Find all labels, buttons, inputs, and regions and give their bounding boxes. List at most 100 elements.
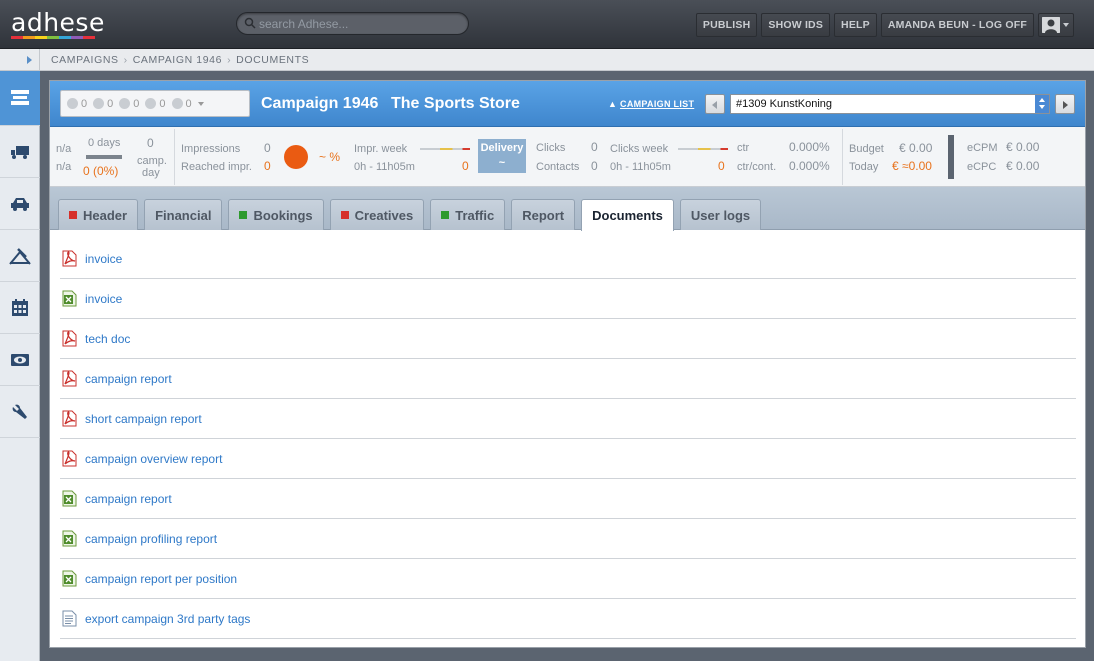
top-bar: adhese PUBLISH SHOW IDS HELP AMANDA BEUN… [0,0,1094,49]
tab-financial[interactable]: Financial [144,199,223,230]
top-nav: PUBLISH SHOW IDS HELP AMANDA BEUN - LOG … [695,13,1074,37]
tab-creatives[interactable]: Creatives [329,199,425,230]
tab-header[interactable]: Header [58,199,139,230]
calendar-icon [12,298,28,316]
user-menu-button[interactable] [1038,13,1074,37]
search-input[interactable] [259,16,459,32]
status-marker-icon [441,211,450,219]
user-avatar-icon [1042,17,1060,33]
delivery-badge[interactable]: Delivery ~ [478,139,526,173]
tab-label: User logs [690,207,751,223]
campaign-header: 0 0 0 0 0 Campaign 1946 The Sports Store… [50,81,1085,127]
tab-bookings[interactable]: Bookings [228,199,324,230]
stat-ecpc-label: eCPC [967,161,997,173]
document-list: invoice invoice tech doc campaign report sho… [60,239,1076,639]
stat-impr-week-val: 0 [462,159,469,173]
breadcrumb-campaign[interactable]: CAMPAIGN 1946 [133,54,222,66]
tab-report[interactable]: Report [511,199,576,230]
breadcrumb-separator-icon: › [123,54,128,66]
logo-color-segment [11,36,23,39]
pdf-file-icon[interactable] [61,410,77,427]
stat-impr-week-range: 0h - 11h05m [354,161,415,173]
publish-button[interactable]: PUBLISH [695,13,758,37]
stat-today-val: € ≈0.00 [892,159,932,173]
status-count: 0 [81,97,88,110]
status-active-icon [67,98,78,109]
status-all-icon [171,98,183,109]
status-count: 0 [159,97,166,110]
layers-icon [11,90,29,105]
status-count: 0 [107,97,114,110]
document-link[interactable]: export campaign 3rd party tags [85,612,250,626]
stat-clicks-week-label: Clicks week [610,143,669,155]
status-done-icon [145,98,157,109]
document-link[interactable]: campaign profiling report [85,532,217,546]
excel-file-icon[interactable] [61,530,77,547]
document-row: campaign report [60,479,1076,519]
pdf-file-icon[interactable] [61,250,77,267]
help-button[interactable]: HELP [834,13,877,37]
eye-icon [11,353,29,366]
campaign-list-label: CAMPAIGN LIST [620,99,695,109]
sidebar-item-campaigns[interactable] [0,71,40,126]
tab-strip: Header Financial Bookings Creatives Traffic R… [50,187,1085,231]
document-link[interactable]: invoice [85,292,122,306]
text-file-icon[interactable] [61,610,77,627]
pdf-file-icon[interactable] [61,330,77,347]
sidebar-item-vehicles[interactable] [0,178,40,230]
previous-campaign-button[interactable] [705,94,725,114]
document-row: tech doc [60,319,1076,359]
stat-contacts-label: Contacts [536,161,580,173]
document-link[interactable]: campaign report [85,492,172,506]
status-marker-icon [340,211,349,219]
sidebar-item-preview[interactable] [0,334,40,386]
excel-file-icon[interactable] [61,490,77,507]
campaign-selector[interactable]: #1309 KunstKoning [730,94,1050,114]
campaign-panel: 0 0 0 0 0 Campaign 1946 The Sports Store… [49,80,1086,648]
stat-impr-week-label: Impr. week [354,143,408,155]
pdf-file-icon[interactable] [61,450,77,467]
sidebar-item-construction[interactable] [0,230,40,282]
excel-file-icon[interactable] [61,570,77,587]
excel-file-icon[interactable] [61,290,77,307]
stat-budget-label: Budget [849,143,884,155]
stat-ecpm-label: eCPM [967,142,998,154]
document-row: invoice [60,239,1076,279]
sidebar-item-settings[interactable] [0,386,40,438]
log-off-button[interactable]: AMANDA BEUN - LOG OFF [880,13,1034,37]
show-ids-button[interactable]: SHOW IDS [761,13,831,37]
document-link[interactable]: campaign overview report [85,452,222,466]
tab-traffic[interactable]: Traffic [430,199,506,230]
clicks-week-sparkline [678,148,728,150]
delivery-indicator [284,145,308,169]
document-row: campaign profiling report [60,519,1076,559]
campaign-list-link[interactable]: ▲ CAMPAIGN LIST [608,99,694,109]
status-pause-icon [119,98,131,109]
breadcrumb-campaigns[interactable]: CAMPAIGNS [51,54,119,66]
document-link[interactable]: tech doc [85,332,130,346]
document-link[interactable]: campaign report per position [85,572,237,586]
sidebar-item-delivery[interactable] [0,126,40,178]
stat-clicks-week-val: 0 [718,159,725,173]
search-box[interactable] [236,12,469,35]
pdf-file-icon[interactable] [61,370,77,387]
tab-user-logs[interactable]: User logs [679,199,762,230]
app-logo[interactable]: adhese [11,8,105,37]
document-row: invoice [60,279,1076,319]
stat-na-1: n/a [56,143,72,155]
document-link[interactable]: short campaign report [85,412,202,426]
status-filter[interactable]: 0 0 0 0 0 [60,90,250,117]
status-marker-icon [69,211,77,219]
delivery-label: Delivery [480,142,524,154]
sidebar-toggle-button[interactable] [0,49,40,71]
tab-label: Header [83,207,128,223]
next-campaign-button[interactable] [1055,94,1075,114]
sidebar-item-calendar[interactable] [0,282,40,334]
chevron-right-icon [1063,101,1068,109]
stat-ctr-label: ctr [737,142,750,154]
campaign-title: Campaign 1946 [261,95,379,112]
document-link[interactable]: invoice [85,252,122,266]
tab-documents[interactable]: Documents [581,199,674,231]
document-row: short campaign report [60,399,1076,439]
document-link[interactable]: campaign report [85,372,172,386]
